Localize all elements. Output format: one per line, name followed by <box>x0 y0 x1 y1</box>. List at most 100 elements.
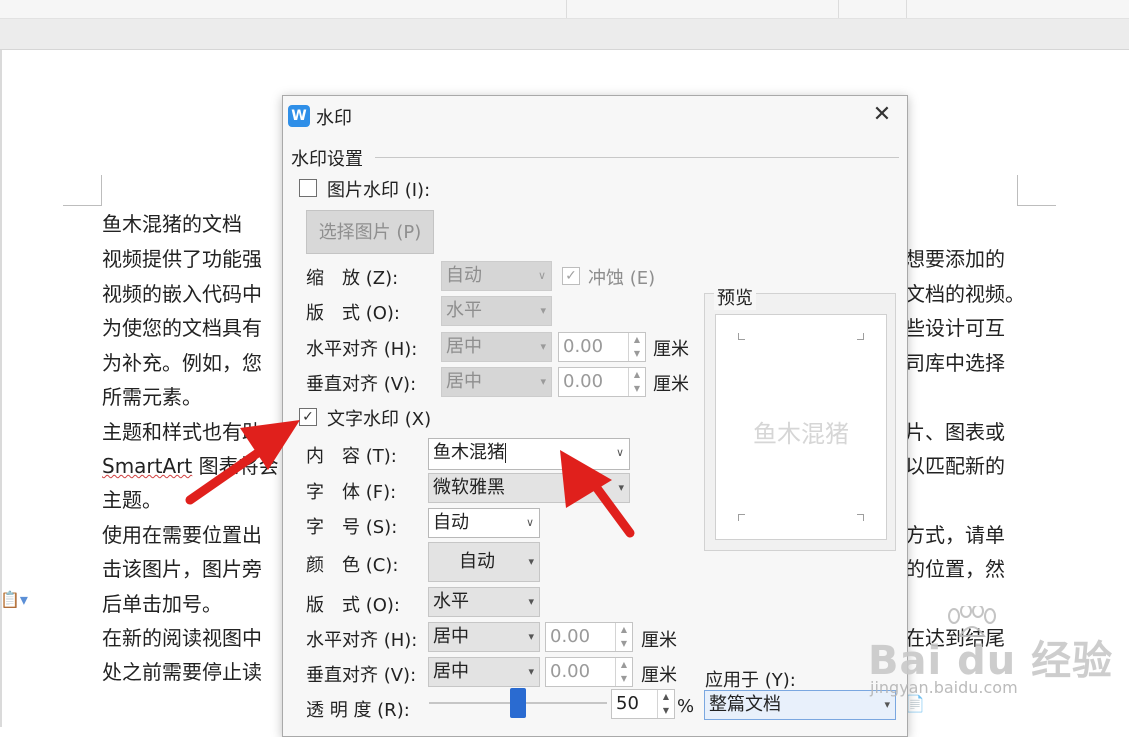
doc-line-right: 以匹配新的 <box>905 454 1005 478</box>
chevron-down-icon: ▾ <box>528 595 534 608</box>
text-valign-select[interactable]: 居中 ▾ <box>428 657 540 687</box>
doc-line: SmartArt 图表将会 <box>102 454 279 478</box>
doc-smartart-word: SmartArt <box>102 454 193 478</box>
chevron-down-icon: ▾ <box>540 375 546 388</box>
text-layout-select[interactable]: 水平 ▾ <box>428 587 540 617</box>
picture-halign-unit: 厘米 <box>653 339 689 360</box>
select-picture-button[interactable]: 选择图片 (P) <box>306 210 434 254</box>
preview-corner-tick <box>738 333 745 340</box>
size-combobox[interactable]: 自动 ∨ <box>428 508 540 538</box>
doc-line: 击该图片，图片旁 <box>102 557 262 581</box>
text-layout-value: 水平 <box>433 591 469 612</box>
text-caret <box>505 443 506 463</box>
color-value: 自动 <box>459 551 495 572</box>
doc-line-right: 想要添加的 <box>905 247 1005 271</box>
apply-to-value: 整篇文档 <box>709 694 781 715</box>
washout-label: 冲蚀 (E) <box>588 268 656 289</box>
content-value: 鱼木混猪 <box>433 442 505 463</box>
text-halign-number: 0.00 <box>550 626 591 647</box>
chevron-down-icon: ▾ <box>528 555 534 568</box>
doc-line: 视频的嵌入代码中 <box>102 282 262 306</box>
text-halign-value: 居中 <box>433 626 469 647</box>
chevron-down-icon: ▾ <box>528 665 534 678</box>
doc-line: 后单击加号。 <box>102 592 222 616</box>
doc-line: 视频提供了功能强 <box>102 247 262 271</box>
chevron-down-icon: ∨ <box>615 446 624 459</box>
spinner-arrows-icon[interactable]: ▲ ▼ <box>615 658 632 686</box>
spinner-arrows-icon[interactable]: ▲ ▼ <box>657 690 674 718</box>
text-valign-spinner[interactable]: 0.00 ▲ ▼ <box>545 657 633 687</box>
spinner-arrows-icon[interactable]: ▲ ▼ <box>615 623 632 651</box>
chevron-down-icon: ▾ <box>540 304 546 317</box>
doc-line: 主题和样式也有助 <box>102 420 262 444</box>
doc-line: 处之前需要停止读 <box>102 660 262 684</box>
text-halign-select[interactable]: 居中 ▾ <box>428 622 540 652</box>
text-watermark-checkbox[interactable]: ✓ <box>299 408 317 426</box>
text-valign-value: 居中 <box>433 661 469 682</box>
picture-layout-value: 水平 <box>446 300 482 321</box>
content-combobox[interactable]: 鱼木混猪 ∨ <box>428 438 630 470</box>
paste-options-icon[interactable]: 📋▾ <box>0 590 28 609</box>
doc-line-rest: 图表将会 <box>198 454 279 478</box>
color-select[interactable]: 自动 ▾ <box>428 542 540 582</box>
page-corner-marker <box>63 175 102 206</box>
picture-valign-spinner[interactable]: 0.00 ▲ ▼ <box>558 367 646 397</box>
font-select[interactable]: 微软雅黑 ▾ <box>428 473 630 503</box>
picture-halign-value: 居中 <box>446 336 482 357</box>
doc-line-right: 些设计可互 <box>905 316 1005 340</box>
text-watermark-label: 文字水印 (X) <box>327 409 432 430</box>
chevron-down-icon: ▾ <box>528 630 534 643</box>
doc-line-right: 片、图表或 <box>905 420 1005 444</box>
content-label: 内 容 (T): <box>306 446 397 467</box>
scale-select[interactable]: 自动 ∨ <box>441 261 552 291</box>
doc-line-right: 司库中选择 <box>905 351 1005 375</box>
picture-halign-label: 水平对齐 (H): <box>306 339 418 360</box>
doc-line: 为使您的文档具有 <box>102 316 262 340</box>
spinner-arrows-icon[interactable]: ▲ ▼ <box>628 368 645 396</box>
document-edge <box>0 50 2 727</box>
chevron-down-icon: ▾ <box>540 340 546 353</box>
picture-halign-select[interactable]: 居中 ▾ <box>441 332 552 362</box>
preview-watermark-text: 鱼木混猪 <box>753 420 849 448</box>
font-value: 微软雅黑 <box>433 477 505 498</box>
size-label: 字 号 (S): <box>306 517 398 538</box>
text-valign-unit: 厘米 <box>641 665 677 686</box>
transparency-spinner[interactable]: 50 ▲ ▼ <box>611 689 675 719</box>
picture-layout-label: 版 式 (O): <box>306 303 400 324</box>
text-halign-spinner[interactable]: 0.00 ▲ ▼ <box>545 622 633 652</box>
transparency-slider-thumb[interactable] <box>510 688 526 718</box>
chevron-down-icon: ∨ <box>525 516 534 529</box>
picture-halign-number: 0.00 <box>563 336 604 357</box>
watermark-dialog: W 水印 ✕ 水印设置 图片水印 (I): 选择图片 (P) 缩 放 (Z): … <box>282 95 908 737</box>
close-button[interactable]: ✕ <box>869 104 895 128</box>
scale-label: 缩 放 (Z): <box>306 268 399 289</box>
washout-checkbox[interactable]: ✓ <box>562 267 580 285</box>
group-divider <box>375 157 899 158</box>
title-bar-separator <box>906 0 907 18</box>
text-valign-number: 0.00 <box>550 661 591 682</box>
wps-logo-icon: W <box>288 105 310 127</box>
picture-valign-number: 0.00 <box>563 371 604 392</box>
doc-line-right: 的位置，然 <box>905 557 1005 581</box>
picture-layout-select[interactable]: 水平 ▾ <box>441 296 552 326</box>
doc-line: 所需元素。 <box>102 385 202 409</box>
dialog-title: 水印 <box>316 108 352 129</box>
preview-corner-tick <box>857 514 864 521</box>
transparency-label: 透 明 度 (R): <box>306 700 410 721</box>
preview-label: 预览 <box>714 284 756 310</box>
picture-watermark-checkbox[interactable] <box>299 179 317 197</box>
doc-title: 鱼木混猪的文档 <box>102 212 242 236</box>
doc-line: 使用在需要位置出 <box>102 523 262 547</box>
picture-valign-select[interactable]: 居中 ▾ <box>441 367 552 397</box>
font-label: 字 体 (F): <box>306 482 397 503</box>
picture-watermark-label: 图片水印 (I): <box>327 180 431 201</box>
spinner-arrows-icon[interactable]: ▲ ▼ <box>628 333 645 361</box>
preview-corner-tick <box>738 514 745 521</box>
picture-valign-unit: 厘米 <box>653 374 689 395</box>
doc-line-right: 方式，请单 <box>905 523 1005 547</box>
picture-halign-spinner[interactable]: 0.00 ▲ ▼ <box>558 332 646 362</box>
baidu-watermark: Bai du 经验 jingyan.baidu.com <box>868 606 1118 706</box>
group-title: 水印设置 <box>291 149 363 170</box>
size-value: 自动 <box>433 512 469 533</box>
title-bar <box>0 0 1129 19</box>
